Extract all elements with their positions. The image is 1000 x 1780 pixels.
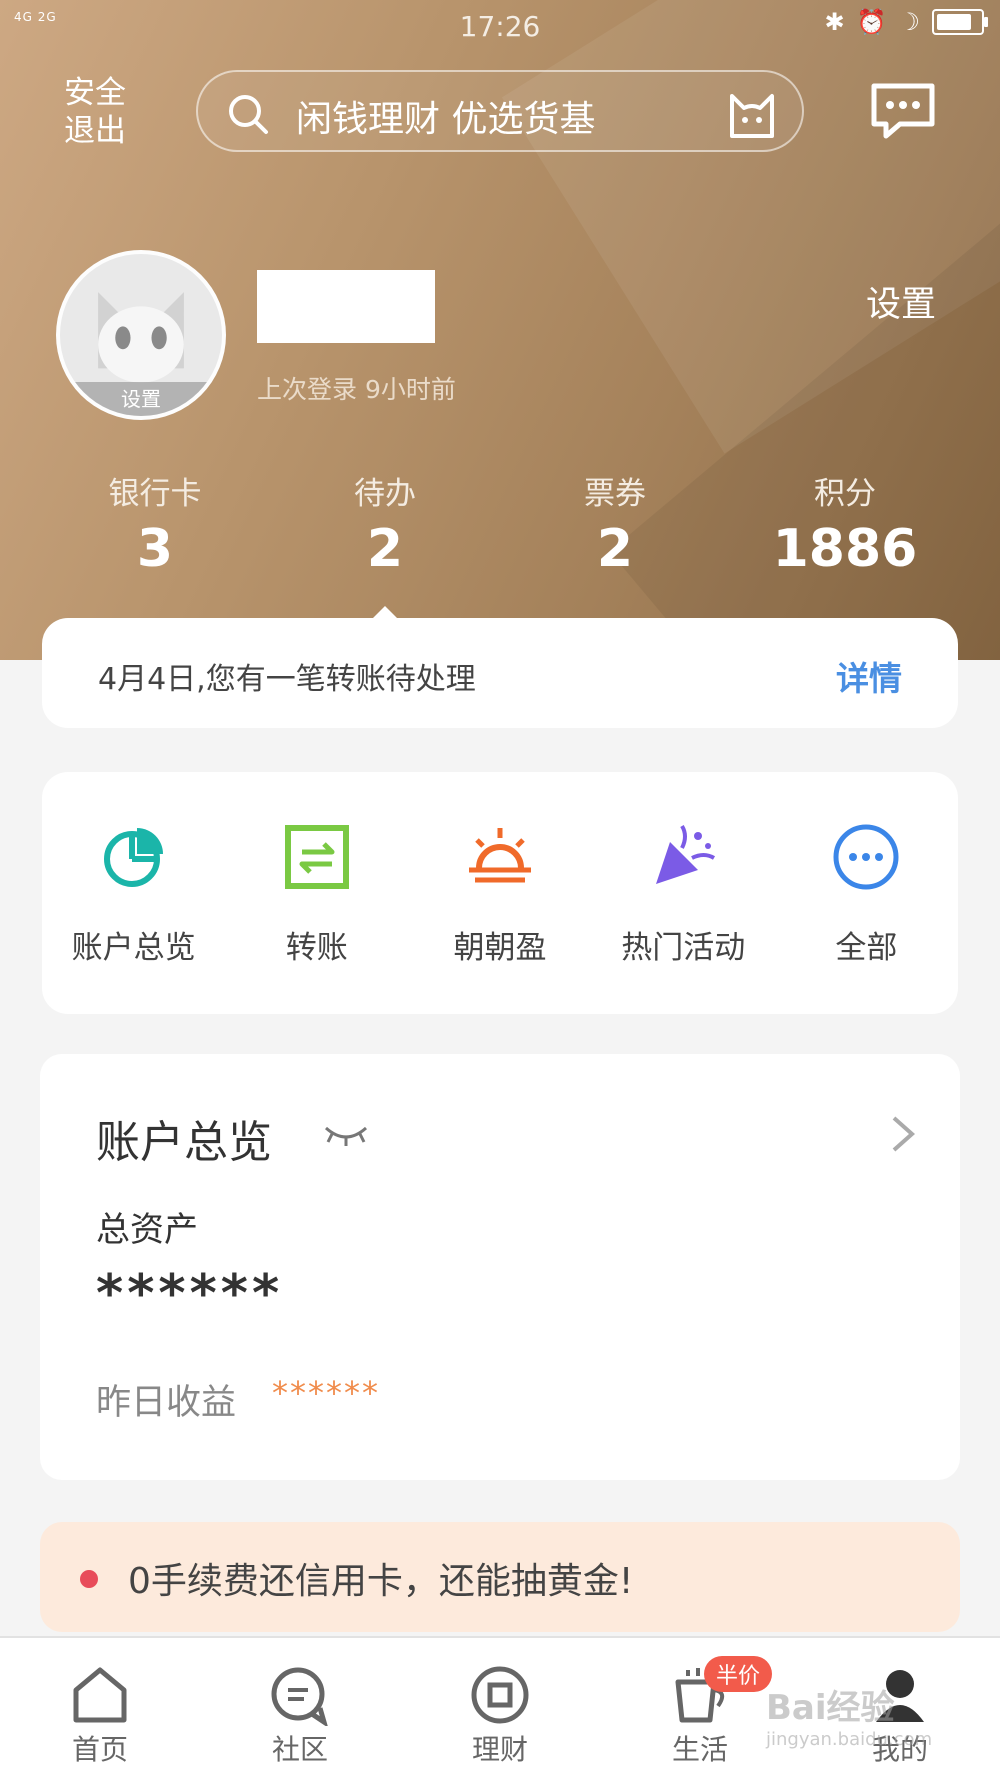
- eye-closed-icon[interactable]: [322, 1120, 370, 1148]
- message-icon[interactable]: [870, 82, 936, 140]
- party-popper-icon: [656, 824, 716, 884]
- shortcut-zhaozhaoying[interactable]: 朝朝盈: [408, 772, 591, 1014]
- shortcut-transfer[interactable]: 转账: [225, 772, 408, 1014]
- tab-home[interactable]: 首页: [0, 1638, 200, 1780]
- sunrise-icon: [469, 828, 531, 883]
- last-login-text: 上次登录 9小时前: [257, 375, 456, 404]
- promo-dot: [80, 1570, 98, 1588]
- transfer-icon: [284, 825, 349, 889]
- baidu-watermark: Bai经验 jingyan.baidu.com: [766, 1680, 932, 1750]
- logout-button[interactable]: 安全 退出: [64, 74, 144, 150]
- yesterday-earnings-value: ******: [272, 1374, 380, 1412]
- todo-notice-card[interactable]: 4月4日,您有一笔转账待处理 详情: [42, 618, 958, 728]
- search-bar[interactable]: 闲钱理财 优选货基: [196, 70, 804, 152]
- shortcut-label: 热门活动: [621, 930, 746, 966]
- stat-value: 2: [366, 519, 404, 579]
- promo-text: 0手续费还信用卡，还能抽黄金!: [128, 1561, 634, 1602]
- shortcut-label: 账户总览: [71, 930, 196, 966]
- stat-todo[interactable]: 待办 2: [270, 468, 500, 579]
- total-assets-value: ******: [96, 1264, 284, 1324]
- shortcut-label: 转账: [285, 930, 348, 966]
- tab-label: 理财: [471, 1733, 528, 1766]
- tab-label: 社区: [271, 1733, 328, 1766]
- stat-label: 银行卡: [108, 476, 202, 512]
- avatar[interactable]: 设置: [56, 250, 226, 420]
- status-icons: ✱ ⏰ ☽: [824, 8, 988, 36]
- shortcut-account-overview[interactable]: 账户总览: [42, 772, 225, 1014]
- alarm-icon: ⏰: [856, 8, 887, 36]
- moon-icon: ☽: [898, 8, 920, 36]
- shortcut-hot-events[interactable]: 热门活动: [592, 772, 775, 1014]
- stat-label: 待办: [354, 476, 416, 512]
- shortcut-label: 朝朝盈: [453, 930, 547, 966]
- username-redacted: [257, 270, 435, 343]
- tab-wealth[interactable]: 理财: [400, 1638, 600, 1780]
- stat-coupons[interactable]: 票券 2: [500, 468, 730, 579]
- half-price-badge: 半价: [704, 1656, 773, 1692]
- notice-text: 4月4日,您有一笔转账待处理: [98, 662, 476, 697]
- shortcut-grid: 账户总览 转账 朝朝盈 热门活动 全部: [42, 772, 958, 1014]
- stat-points[interactable]: 积分 1886: [730, 468, 960, 579]
- promo-banner[interactable]: 0手续费还信用卡，还能抽黄金!: [40, 1522, 960, 1632]
- shortcut-label: 全部: [835, 930, 898, 966]
- total-assets-label: 总资产: [96, 1210, 198, 1250]
- account-overview-card[interactable]: 账户总览 总资产 ****** 昨日收益 ******: [40, 1054, 960, 1480]
- stat-value: 1886: [772, 519, 918, 579]
- notice-detail-link[interactable]: 详情: [836, 652, 902, 700]
- stats-row: 银行卡 3 待办 2 票券 2 积分 1886: [40, 468, 960, 579]
- overview-title: 账户总览: [96, 1117, 272, 1168]
- home-icon: [73, 1667, 127, 1723]
- wealth-icon: [471, 1666, 529, 1724]
- watermark-text: Bai经验: [766, 1688, 895, 1728]
- tab-label: 首页: [71, 1733, 128, 1766]
- bluetooth-icon: ✱: [824, 8, 845, 36]
- search-placeholder: 闲钱理财 优选货基: [296, 99, 596, 140]
- shortcut-all[interactable]: 全部: [775, 772, 958, 1014]
- stat-value: 2: [596, 519, 634, 579]
- stat-label: 积分: [814, 476, 876, 512]
- more-icon: [833, 824, 899, 890]
- cat-mascot-icon[interactable]: [726, 86, 778, 140]
- battery-icon: [932, 9, 988, 35]
- stat-label: 票券: [584, 476, 646, 512]
- yesterday-earnings-label: 昨日收益: [96, 1383, 237, 1423]
- watermark-sub: jingyan.baidu.com: [766, 1729, 933, 1750]
- stat-bank-cards[interactable]: 银行卡 3: [40, 468, 270, 579]
- status-bar: 4G 2G 17:26 ✱ ⏰ ☽: [0, 0, 1000, 52]
- avatar-settings-tag: 设置: [60, 382, 222, 416]
- tab-community[interactable]: 社区: [200, 1638, 400, 1780]
- chevron-right-icon[interactable]: [890, 1114, 916, 1154]
- pie-chart-icon: [103, 828, 163, 887]
- search-icon: [229, 95, 268, 134]
- settings-button[interactable]: 设置: [866, 276, 936, 327]
- chat-bubble-icon: [271, 1667, 328, 1726]
- stat-value: 3: [136, 519, 174, 579]
